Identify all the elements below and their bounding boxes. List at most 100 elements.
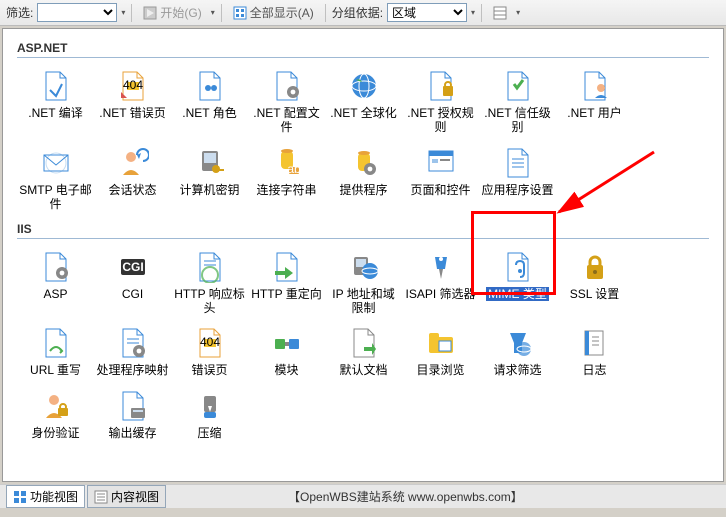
feature-output-cache[interactable]: 输出缓存 (94, 384, 171, 446)
separator (325, 4, 326, 22)
feature-ip-domain[interactable]: IP 地址和域限制 (325, 245, 402, 322)
ip-domain-icon (348, 251, 380, 283)
feature-net-auth[interactable]: .NET 授权规则 (402, 64, 479, 141)
feature-net-compile[interactable]: .NET 编译 (17, 64, 94, 141)
groupby-label: 分组依据: (332, 4, 383, 21)
feature-label: .NET 授权规则 (404, 106, 477, 135)
net-trust-icon (502, 70, 534, 102)
feature-net-users[interactable]: .NET 用户 (556, 64, 633, 141)
feature-label: CGI (122, 287, 143, 301)
footer-text: 【OpenWBS建站系统 www.openwbs.com】 (288, 488, 523, 505)
group-title: IIS (17, 222, 709, 236)
feature-http-resp[interactable]: HTTP 响应标头 (171, 245, 248, 322)
net-roles-icon (194, 70, 226, 102)
feature-ssl[interactable]: SSL 设置 (556, 245, 633, 322)
feature-label: 会话状态 (108, 183, 156, 197)
groupby-select[interactable]: 区域 (387, 3, 467, 22)
feature-label: ASP (43, 287, 67, 301)
groupby-dropdown-icon[interactable]: ▾ (471, 8, 475, 17)
feature-pages-ctrls[interactable]: 页面和控件 (402, 141, 479, 218)
feature-label: 计算机密钥 (179, 183, 239, 197)
view-dropdown-icon[interactable]: ▾ (516, 8, 520, 17)
output-cache-icon (117, 390, 149, 422)
net-config-icon (271, 70, 303, 102)
feature-conn-str[interactable]: ab 连接字符串 (248, 141, 325, 218)
feature-cgi[interactable]: CGI CGI (94, 245, 171, 322)
feature-handlers[interactable]: 处理程序映射 (94, 321, 171, 383)
feature-pane: ASP.NET .NET 编译 404 .NET 错误页 .NET 角色.NET 配置文… (2, 28, 724, 482)
feature-logging[interactable]: 日志 (556, 321, 633, 383)
feature-label: URL 重写 (30, 363, 81, 377)
feature-app-settings[interactable]: 应用程序设置 (479, 141, 556, 218)
feature-label: .NET 用户 (567, 106, 621, 120)
feature-isapi[interactable]: ISAPI 筛选器 (402, 245, 479, 322)
feature-default-doc[interactable]: 默认文档 (325, 321, 402, 383)
feature-label: 错误页 (191, 363, 227, 377)
feature-providers[interactable]: 提供程序 (325, 141, 402, 218)
showall-icon (233, 6, 247, 20)
feature-machine-key[interactable]: 计算机密钥 (171, 141, 248, 218)
feature-mime[interactable]: MIME 类型 (479, 245, 556, 322)
feature-label: 连接字符串 (256, 183, 316, 197)
pages-ctrls-icon (425, 147, 457, 179)
feature-req-filter[interactable]: 请求筛选 (479, 321, 556, 383)
feature-net-config[interactable]: .NET 配置文件 (248, 64, 325, 141)
group-rule (17, 57, 709, 58)
tab-features-view[interactable]: 功能视图 (6, 485, 85, 508)
dir-browse-icon (425, 327, 457, 359)
feature-label: .NET 错误页 (99, 106, 165, 120)
req-filter-icon (502, 327, 534, 359)
feature-label: 身份验证 (31, 426, 79, 440)
group-title: ASP.NET (17, 41, 709, 55)
feature-label: HTTP 响应标头 (173, 287, 246, 316)
feature-label: SSL 设置 (570, 287, 620, 301)
icon-grid: .NET 编译 404 .NET 错误页 .NET 角色.NET 配置文件.NET 全… (17, 64, 709, 218)
filter-select[interactable] (37, 3, 117, 22)
feature-net-roles[interactable]: .NET 角色 (171, 64, 248, 141)
feature-session[interactable]: 会话状态 (94, 141, 171, 218)
feature-label: SMTP 电子邮件 (19, 183, 92, 212)
view-icon (493, 6, 507, 20)
feature-modules[interactable]: 模块 (248, 321, 325, 383)
toolbar: 筛选: ▾ 开始(G) ▾ 全部显示(A) 分组依据: 区域 ▾ ▾ (0, 0, 726, 26)
tab-content-view[interactable]: 内容视图 (87, 485, 166, 508)
filter-dropdown-icon[interactable]: ▾ (121, 8, 125, 17)
app-settings-icon (502, 147, 534, 179)
feature-authn[interactable]: 身份验证 (17, 384, 94, 446)
feature-asp[interactable]: ASP (17, 245, 94, 322)
ssl-icon (579, 251, 611, 283)
smtp-icon (40, 147, 72, 179)
feature-net-errors[interactable]: 404 .NET 错误页 (94, 64, 171, 141)
net-global-icon (348, 70, 380, 102)
feature-label: 日志 (582, 363, 606, 377)
feature-label: HTTP 重定向 (251, 287, 321, 301)
start-button[interactable]: 开始(G) (138, 2, 206, 23)
feature-dir-browse[interactable]: 目录浏览 (402, 321, 479, 383)
feature-label: 处理程序映射 (96, 363, 168, 377)
modules-icon (271, 327, 303, 359)
feature-label: 输出缓存 (108, 426, 156, 440)
cgi-icon: CGI (117, 251, 149, 283)
feature-net-global[interactable]: .NET 全球化 (325, 64, 402, 141)
feature-smtp[interactable]: SMTP 电子邮件 (17, 141, 94, 218)
feature-label: 应用程序设置 (481, 183, 553, 197)
start-dropdown-icon[interactable]: ▾ (211, 8, 215, 17)
feature-label: .NET 信任级别 (481, 106, 554, 135)
showall-button[interactable]: 全部显示(A) (228, 2, 319, 23)
providers-icon (348, 147, 380, 179)
logging-icon (579, 327, 611, 359)
feature-http-redir[interactable]: HTTP 重定向 (248, 245, 325, 322)
url-rewrite-icon (40, 327, 72, 359)
features-view-icon (13, 490, 27, 504)
machine-key-icon (194, 147, 226, 179)
feature-error-pages[interactable]: 404错误页 (171, 321, 248, 383)
feature-net-trust[interactable]: .NET 信任级别 (479, 64, 556, 141)
view-button[interactable] (488, 4, 512, 22)
default-doc-icon (348, 327, 380, 359)
net-errors-icon: 404 (117, 70, 149, 102)
group-rule (17, 238, 709, 239)
svg-text:ab: ab (287, 162, 301, 176)
feature-url-rewrite[interactable]: URL 重写 (17, 321, 94, 383)
feature-compression[interactable]: 压缩 (171, 384, 248, 446)
separator (131, 4, 132, 22)
